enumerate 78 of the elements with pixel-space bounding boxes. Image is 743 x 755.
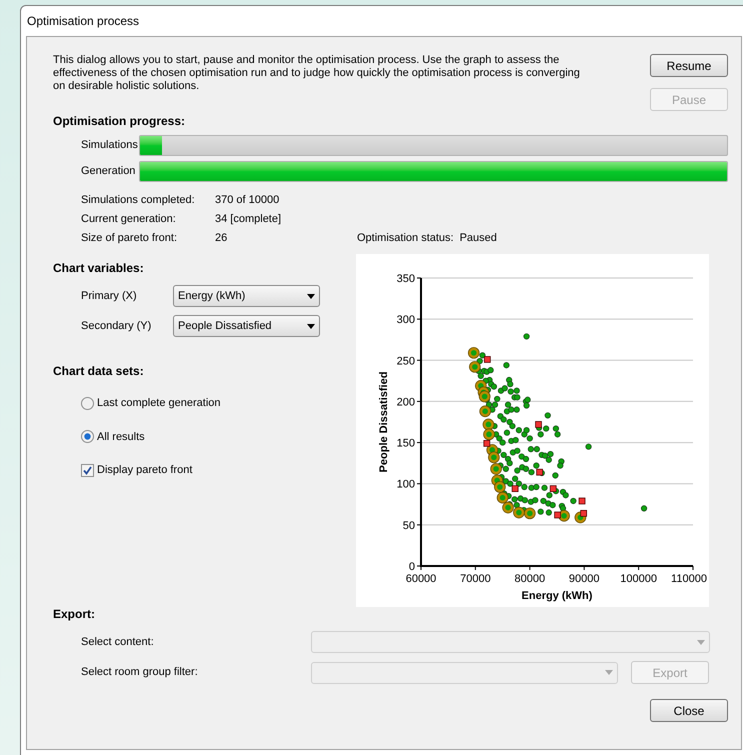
dropdown-arrow-icon — [307, 324, 315, 328]
pareto-point — [524, 508, 536, 520]
square-marker — [483, 440, 490, 447]
dropdown-arrow-icon — [697, 640, 705, 644]
axis-tick-label: 150 — [396, 438, 415, 450]
field-label: Secondary (Y) — [81, 318, 152, 334]
data-point — [538, 508, 544, 515]
axis-tick-label: 250 — [396, 355, 415, 368]
radio-button[interactable] — [81, 396, 94, 410]
resume-button[interactable]: Resume — [650, 54, 728, 77]
axis-title: Energy (kWh) — [522, 590, 592, 602]
axis-tick-label: 300 — [396, 314, 415, 326]
data-point — [640, 505, 648, 512]
dropdown[interactable]: People Dissatisfied — [173, 315, 320, 337]
square-marker — [580, 510, 587, 517]
square-marker — [578, 498, 586, 504]
field-label: Select content: — [81, 634, 155, 650]
data-point — [503, 362, 510, 368]
pareto-point — [468, 347, 480, 359]
field-label: Select room group filter: — [81, 665, 199, 680]
close-button[interactable]: Close — [650, 699, 728, 722]
bar-label: Simulations — [80, 138, 139, 154]
pareto-point — [513, 506, 525, 518]
stat-label: Size of pareto front: — [81, 231, 178, 244]
pareto-point — [490, 463, 502, 475]
square-marker — [535, 421, 542, 428]
pareto-point — [478, 390, 490, 402]
axis-tick-label: 100 — [396, 478, 415, 491]
axis-tick-label: 50 — [402, 520, 415, 532]
square-marker — [550, 485, 557, 492]
dropdown[interactable]: Energy (kWh) — [173, 285, 320, 307]
axis-tick-label: 80000 — [514, 573, 546, 585]
axis-tick-label: 110000 — [671, 573, 707, 585]
stat-value: 26 — [215, 231, 228, 244]
radio-button[interactable] — [81, 430, 94, 444]
axis-tick-label: 0 — [408, 561, 415, 573]
pareto-point — [494, 481, 506, 493]
data-point — [523, 333, 530, 340]
dropdown-arrow-icon — [605, 670, 613, 675]
dropdown-arrow-icon — [307, 294, 315, 298]
description-text: This dialog allows you to start, pause and monitor the optimisation process. Use the graph to assess the effectiveness of the chosen optimisation run and to judge how quickly the optimisation process is converging on desirable holistic solutions. — [53, 54, 581, 93]
option-label: Display pareto front — [97, 463, 192, 478]
pareto-point — [469, 361, 481, 373]
section-heading: Export: — [53, 606, 95, 623]
option-label: All results — [97, 430, 145, 444]
axis-tick-label: 60000 — [406, 573, 436, 585]
stat-value: 370 of 10000 — [215, 193, 280, 206]
section-heading: Chart data sets: — [53, 363, 144, 380]
data-point — [552, 472, 558, 479]
section-heading: Optimisation progress: — [53, 113, 186, 130]
square-marker — [554, 512, 561, 518]
axis-tick-label: 350 — [396, 273, 415, 285]
checkbox[interactable] — [81, 464, 94, 477]
section-heading: Chart variables: — [53, 260, 144, 277]
axis-tick-label: 200 — [396, 396, 415, 408]
pareto-point — [479, 406, 491, 418]
pareto-point — [496, 492, 508, 504]
pareto-point — [488, 452, 500, 464]
axis-tick-label: 90000 — [568, 573, 600, 585]
data-point — [544, 412, 551, 419]
status-value: Paused — [460, 231, 497, 244]
pareto-point — [483, 428, 495, 440]
window-title: Optimisation process — [27, 13, 140, 30]
axis-tick-label: 70000 — [460, 573, 491, 585]
pareto-point — [502, 502, 514, 514]
stat-value: 34 [complete] — [215, 212, 282, 225]
square-marker — [512, 485, 518, 492]
square-marker — [536, 468, 543, 476]
square-marker — [484, 356, 491, 363]
stat-label: Current generation: — [81, 212, 177, 225]
field-label: Primary (X) — [81, 288, 138, 304]
axis-title: People Dissatisfied — [378, 372, 390, 472]
bar-label: Generation — [80, 164, 136, 180]
option-label: Last complete generation — [97, 396, 221, 411]
status-label: Optimisation status: — [357, 231, 454, 244]
data-point — [585, 444, 592, 450]
axis-tick-label: 100000 — [620, 573, 657, 585]
stat-label: Simulations completed: — [81, 193, 196, 206]
